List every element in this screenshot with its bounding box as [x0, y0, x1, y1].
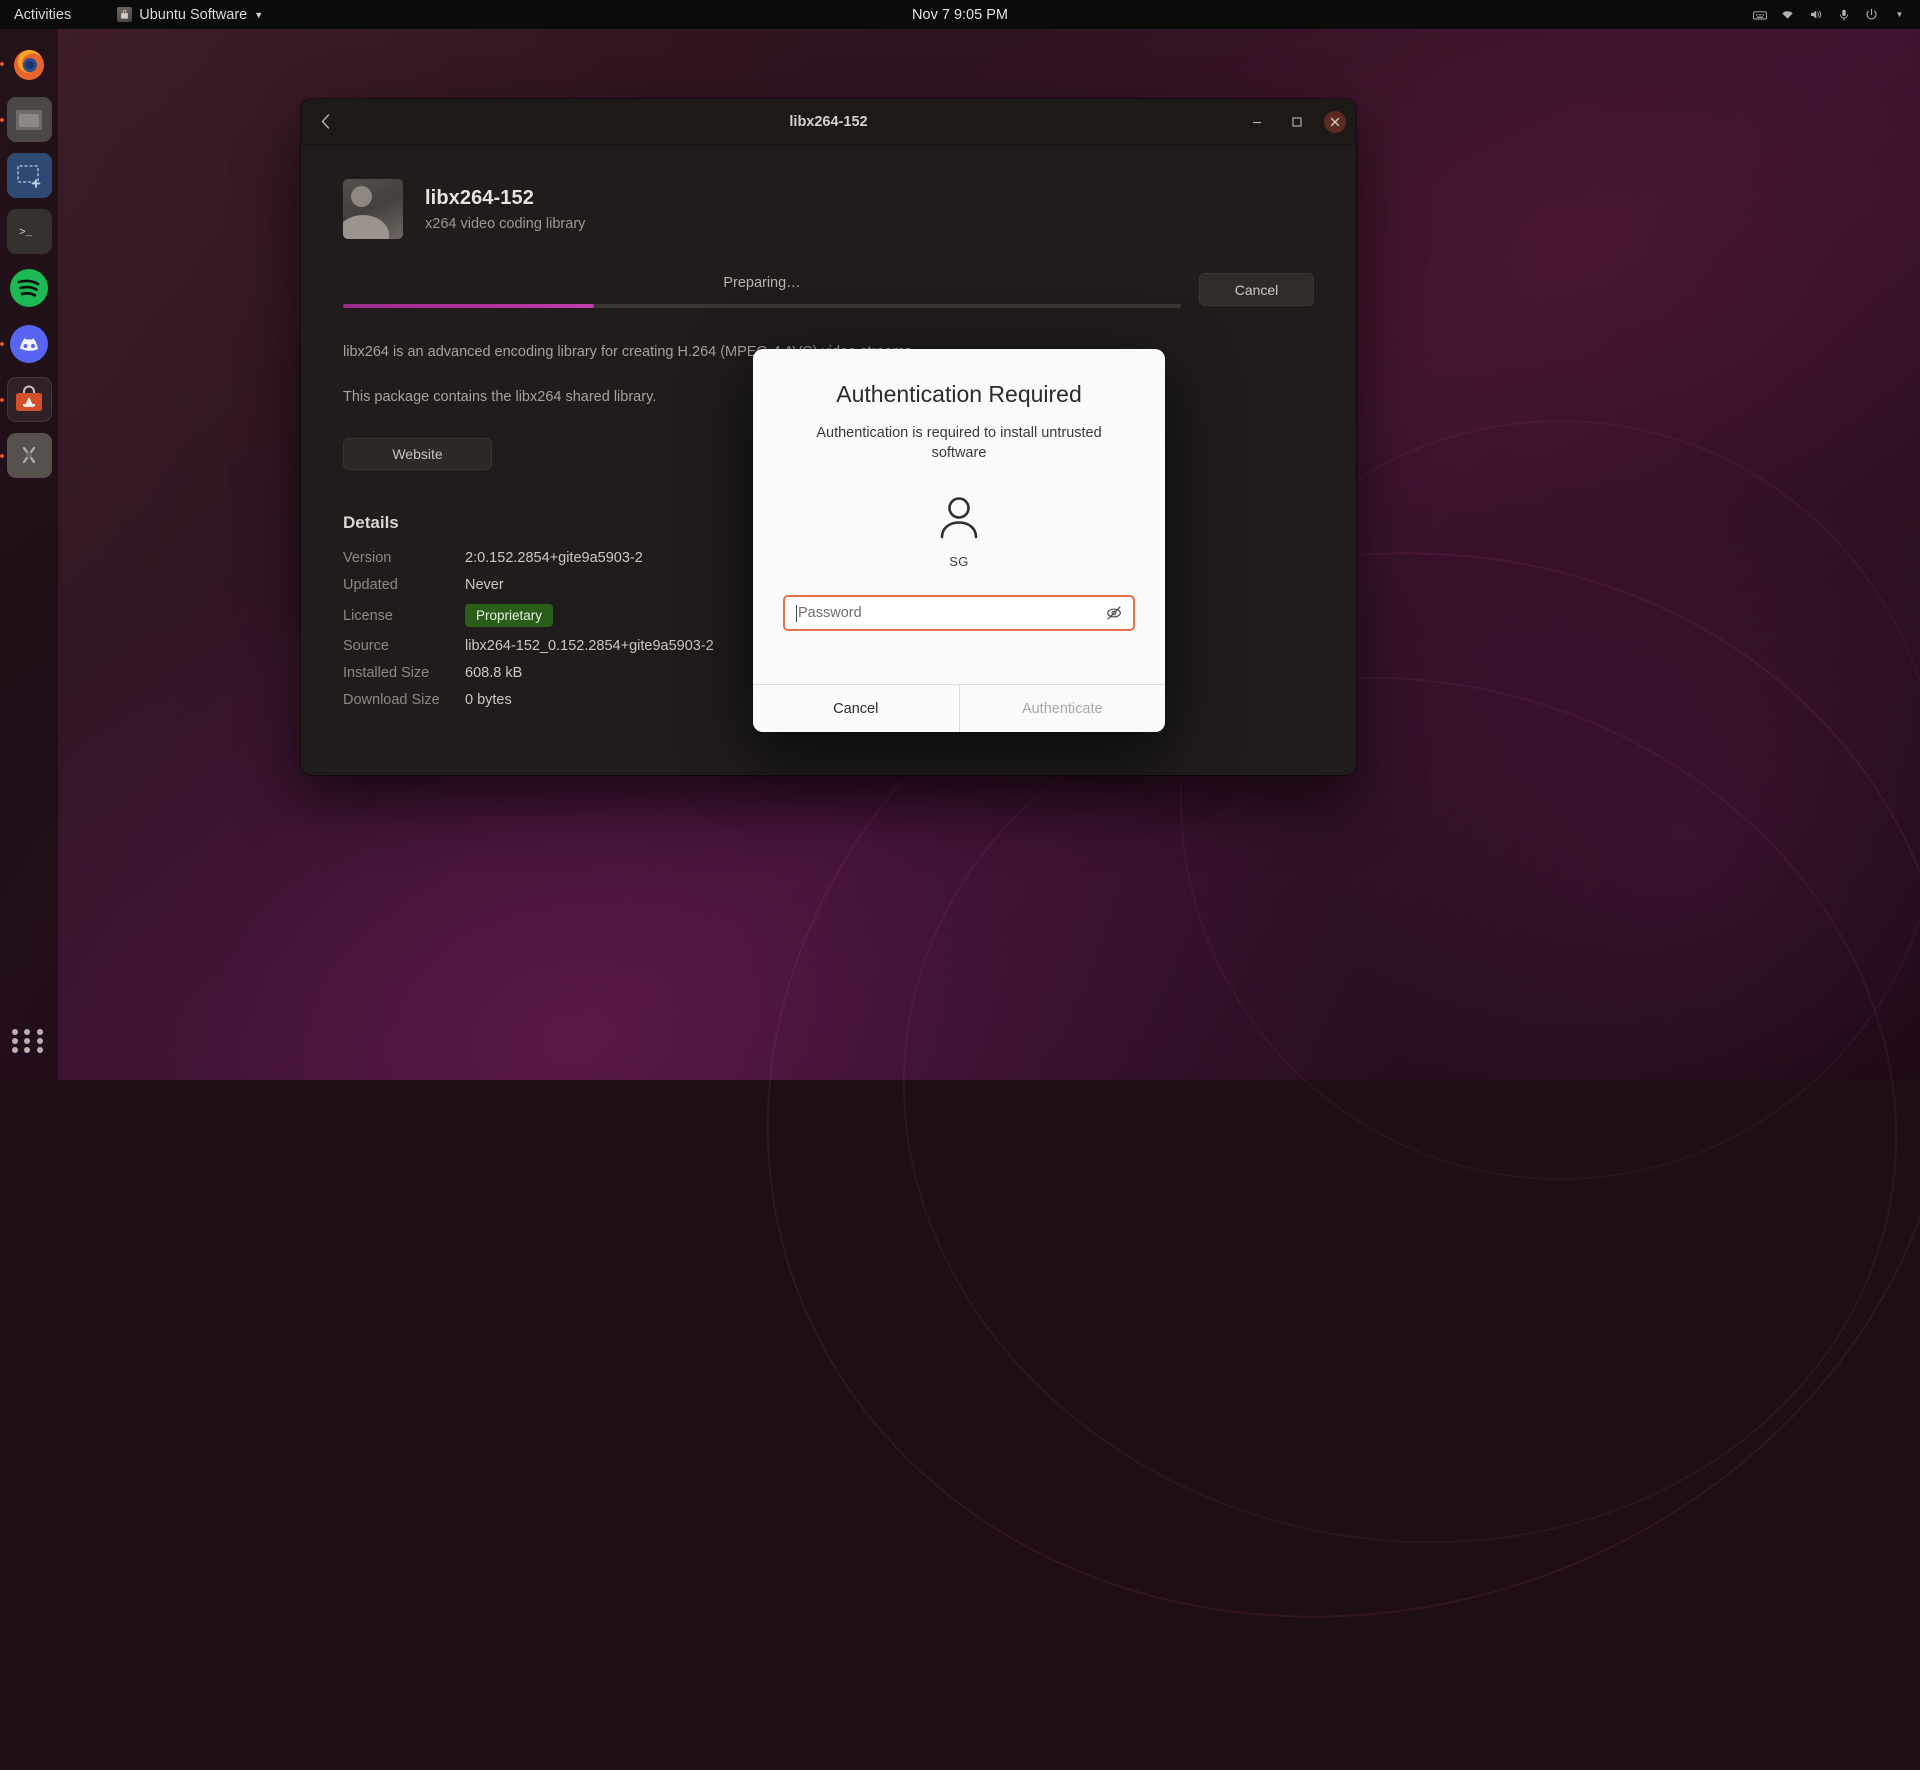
cancel-install-button[interactable]: Cancel: [1199, 273, 1314, 306]
eye-slash-icon[interactable]: [1104, 603, 1124, 623]
window-controls: [1244, 109, 1346, 135]
tools-icon: [7, 433, 52, 478]
volume-icon[interactable]: [1807, 6, 1824, 23]
ubuntu-software-icon: [7, 377, 52, 422]
spotify-icon: [7, 265, 52, 310]
progress-bar-track: [343, 304, 1181, 308]
grid-dot: [12, 1029, 18, 1035]
clock[interactable]: Nov 7 9:05 PM: [0, 7, 1920, 23]
chevron-down-icon[interactable]: ▼: [1891, 6, 1908, 23]
svg-text:>_: >_: [19, 227, 33, 239]
grid-dot: [24, 1029, 30, 1035]
dock-item-screenshot[interactable]: [7, 153, 52, 198]
detail-key-download-size: Download Size: [343, 692, 465, 708]
authentication-dialog-title: Authentication Required: [836, 381, 1082, 408]
detail-key-source: Source: [343, 638, 465, 654]
authentication-dialog-footer: Cancel Authenticate: [753, 684, 1165, 732]
back-button[interactable]: [309, 107, 341, 137]
running-indicator: [0, 454, 4, 458]
dock-item-files[interactable]: [7, 97, 52, 142]
dock-item-spotify[interactable]: [7, 265, 52, 310]
firefox-icon: [7, 41, 52, 86]
chevron-left-icon: [321, 114, 330, 129]
detail-key-installed-size: Installed Size: [343, 665, 465, 681]
discord-icon: [7, 321, 52, 366]
terminal-icon: >_: [7, 209, 52, 254]
dialog-authenticate-button[interactable]: Authenticate: [960, 685, 1166, 732]
minimize-button[interactable]: [1244, 109, 1270, 135]
authentication-dialog-message: Authentication is required to install un…: [794, 423, 1124, 463]
window-title: libx264-152: [301, 114, 1356, 130]
files-icon: [7, 97, 52, 142]
close-button[interactable]: [1324, 111, 1346, 133]
authentication-dialog-body: Authentication Required Authentication i…: [753, 349, 1165, 684]
running-indicator: [0, 62, 4, 66]
grid-dot: [37, 1029, 43, 1035]
maximize-button[interactable]: [1284, 109, 1310, 135]
window-titlebar: libx264-152: [301, 99, 1356, 145]
progress-label: Preparing…: [343, 275, 1181, 291]
minimize-icon: [1251, 116, 1263, 128]
license-badge: Proprietary: [465, 604, 553, 627]
password-input[interactable]: Password: [783, 595, 1135, 631]
grid-dot: [12, 1038, 18, 1044]
text-caret: [796, 605, 797, 622]
microphone-icon[interactable]: [1835, 6, 1852, 23]
dock: >_: [0, 29, 58, 1080]
password-placeholder: Password: [798, 605, 1104, 621]
top-bar: Activities Ubuntu Software ▼ Nov 7 9:05 …: [0, 0, 1920, 29]
grid-dot: [24, 1038, 30, 1044]
running-indicator: [0, 398, 4, 402]
package-header: libx264-152 x264 video coding library: [343, 179, 1314, 239]
grid-dot: [12, 1047, 18, 1053]
grid-dot: [37, 1047, 43, 1053]
progress-container: Preparing…: [343, 273, 1181, 308]
username-label: SG: [949, 554, 968, 569]
grid-dot: [37, 1038, 43, 1044]
maximize-icon: [1291, 116, 1303, 128]
user-avatar-icon: [932, 491, 986, 545]
dialog-cancel-button[interactable]: Cancel: [753, 685, 960, 732]
package-summary: x264 video coding library: [425, 216, 585, 232]
package-name: libx264-152: [425, 187, 585, 210]
network-icon[interactable]: [1779, 6, 1796, 23]
detail-key-updated: Updated: [343, 577, 465, 593]
grid-dot: [24, 1047, 30, 1053]
dock-item-discord[interactable]: [7, 321, 52, 366]
progress-bar-fill: [343, 304, 594, 308]
dock-item-tools[interactable]: [7, 433, 52, 478]
install-progress-row: Preparing… Cancel: [343, 273, 1314, 308]
close-icon: [1330, 117, 1340, 127]
power-icon[interactable]: [1863, 6, 1880, 23]
keyboard-icon[interactable]: [1751, 6, 1768, 23]
running-indicator: [0, 342, 4, 346]
running-indicator: [0, 118, 4, 122]
screenshot-icon: [7, 153, 52, 198]
dock-item-ubuntu-software[interactable]: [7, 377, 52, 422]
show-applications-button[interactable]: [12, 1024, 46, 1058]
detail-key-license: License: [343, 608, 465, 624]
detail-key-version: Version: [343, 550, 465, 566]
website-button[interactable]: Website: [343, 438, 492, 470]
dock-item-terminal[interactable]: >_: [7, 209, 52, 254]
package-placeholder-icon: [343, 179, 403, 239]
dock-item-firefox[interactable]: [7, 41, 52, 86]
authentication-dialog: Authentication Required Authentication i…: [753, 349, 1165, 732]
